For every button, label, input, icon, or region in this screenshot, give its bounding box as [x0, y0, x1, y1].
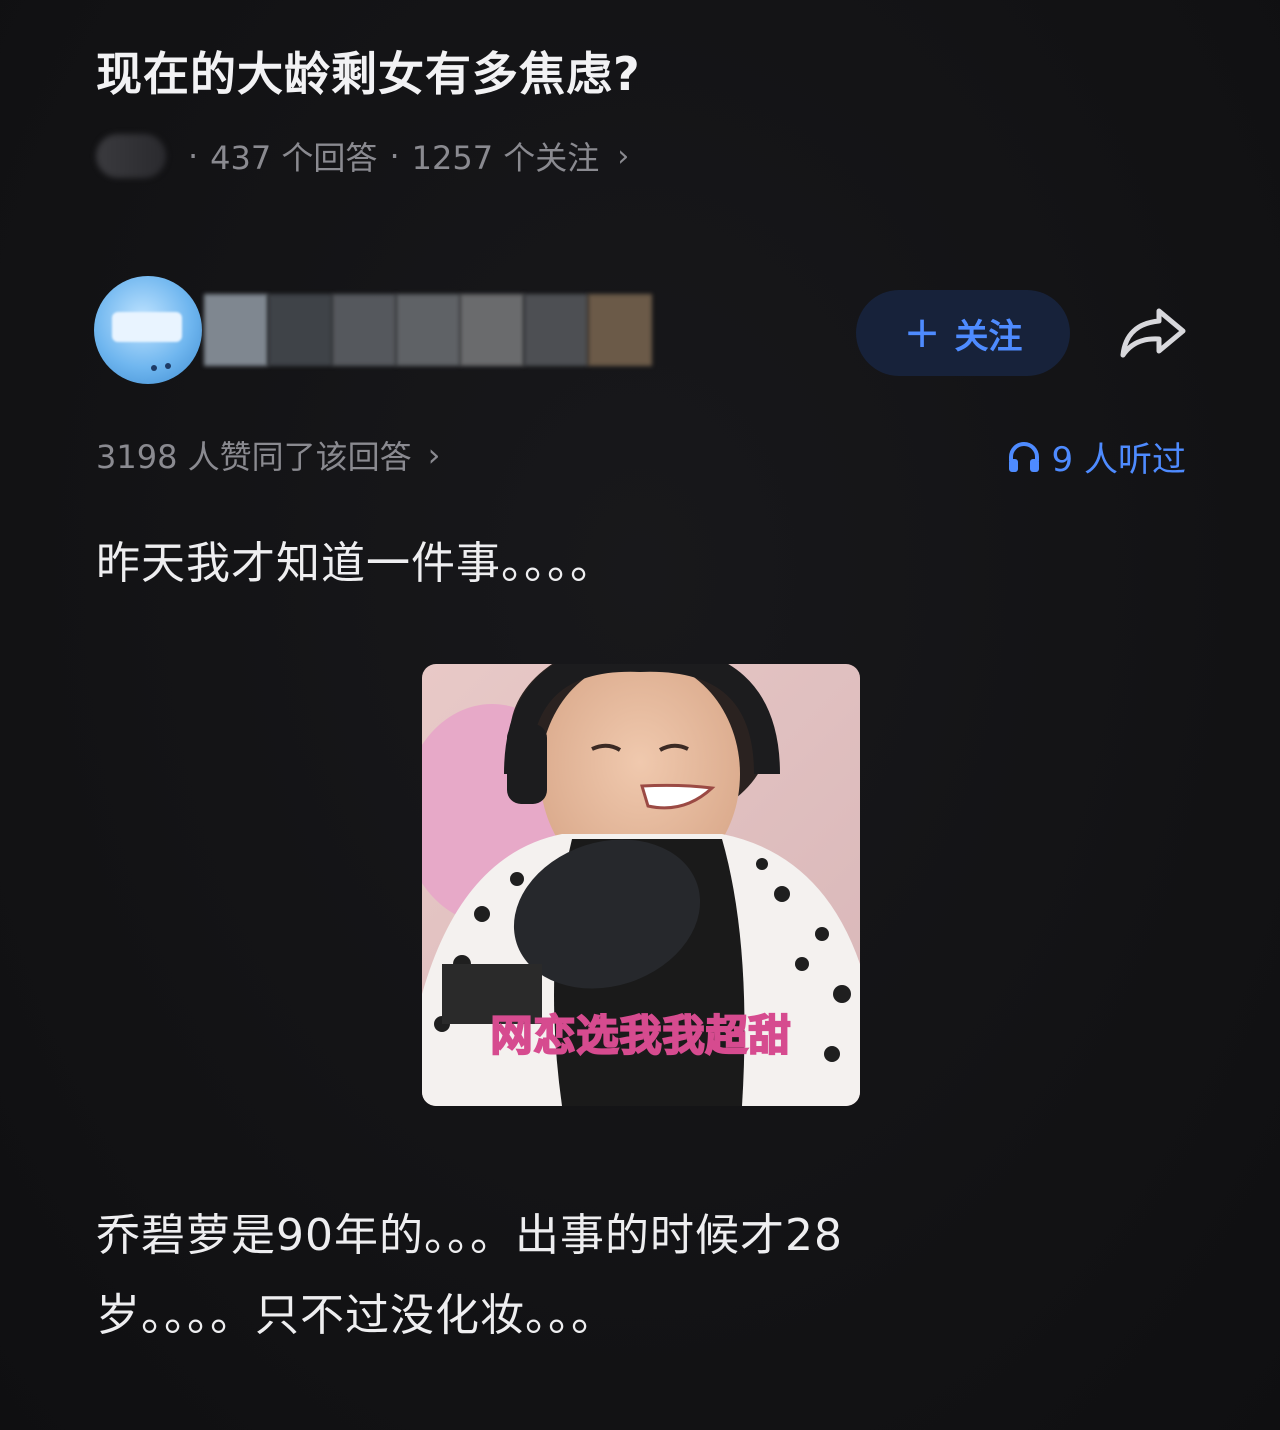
- share-arrow-icon: [1120, 308, 1186, 358]
- topic-tag-redacted: [96, 134, 166, 178]
- answer-image[interactable]: 网恋选我我超甜: [422, 664, 860, 1106]
- chevron-right-icon: ›: [617, 138, 630, 174]
- follow-button[interactable]: + 关注: [856, 290, 1070, 376]
- answer-paragraph: 岁。。。。只不过没化妆。。。: [96, 1290, 616, 1341]
- pixel-block: [332, 294, 396, 366]
- answers-count: 437 个回答: [210, 139, 378, 177]
- pixel-block: [524, 294, 588, 366]
- chevron-right-icon: ›: [427, 436, 441, 474]
- answer-paragraph: 乔碧萝是90年的。。。出事的时候才28: [96, 1210, 843, 1261]
- meta-separator: ·: [188, 137, 199, 175]
- share-button[interactable]: [1114, 298, 1194, 366]
- meta-separator: ·: [389, 137, 400, 175]
- upvotes-count: 3198 人赞同了该回答: [96, 438, 412, 476]
- question-meta[interactable]: · 437 个回答 · 1257 个关注 ›: [96, 132, 629, 180]
- author-row: + 关注: [94, 276, 1194, 388]
- answer-paragraph: 昨天我才知道一件事。。。。: [96, 538, 615, 589]
- pixel-block: [460, 294, 524, 366]
- answer-stats-row: 3198 人赞同了该回答 › 9 人听过: [96, 432, 1186, 480]
- pixel-block: [268, 294, 332, 366]
- image-caption: 网恋选我我超甜: [489, 1010, 792, 1061]
- pixel-block: [588, 294, 652, 366]
- answer-page: 现在的大龄剩女有多焦虑? · 437 个回答 · 1257 个关注 › + 关注…: [0, 0, 1280, 1430]
- headphones-icon: [1008, 441, 1039, 472]
- pixel-block: [204, 294, 268, 366]
- upvotes-link[interactable]: 3198 人赞同了该回答 ›: [96, 432, 440, 478]
- followers-count: 1257 个关注: [411, 139, 600, 177]
- pixel-block: [396, 294, 460, 366]
- question-title[interactable]: 现在的大龄剩女有多焦虑?: [96, 38, 641, 104]
- plus-icon: +: [903, 307, 941, 358]
- follow-label: 关注: [954, 316, 1023, 357]
- avatar-face-icon: [151, 363, 171, 371]
- avatar[interactable]: [94, 276, 202, 384]
- listened-link[interactable]: 9 人听过: [1006, 432, 1186, 481]
- listened-count: 9 人听过: [1051, 440, 1186, 480]
- author-name-redacted[interactable]: [204, 294, 652, 366]
